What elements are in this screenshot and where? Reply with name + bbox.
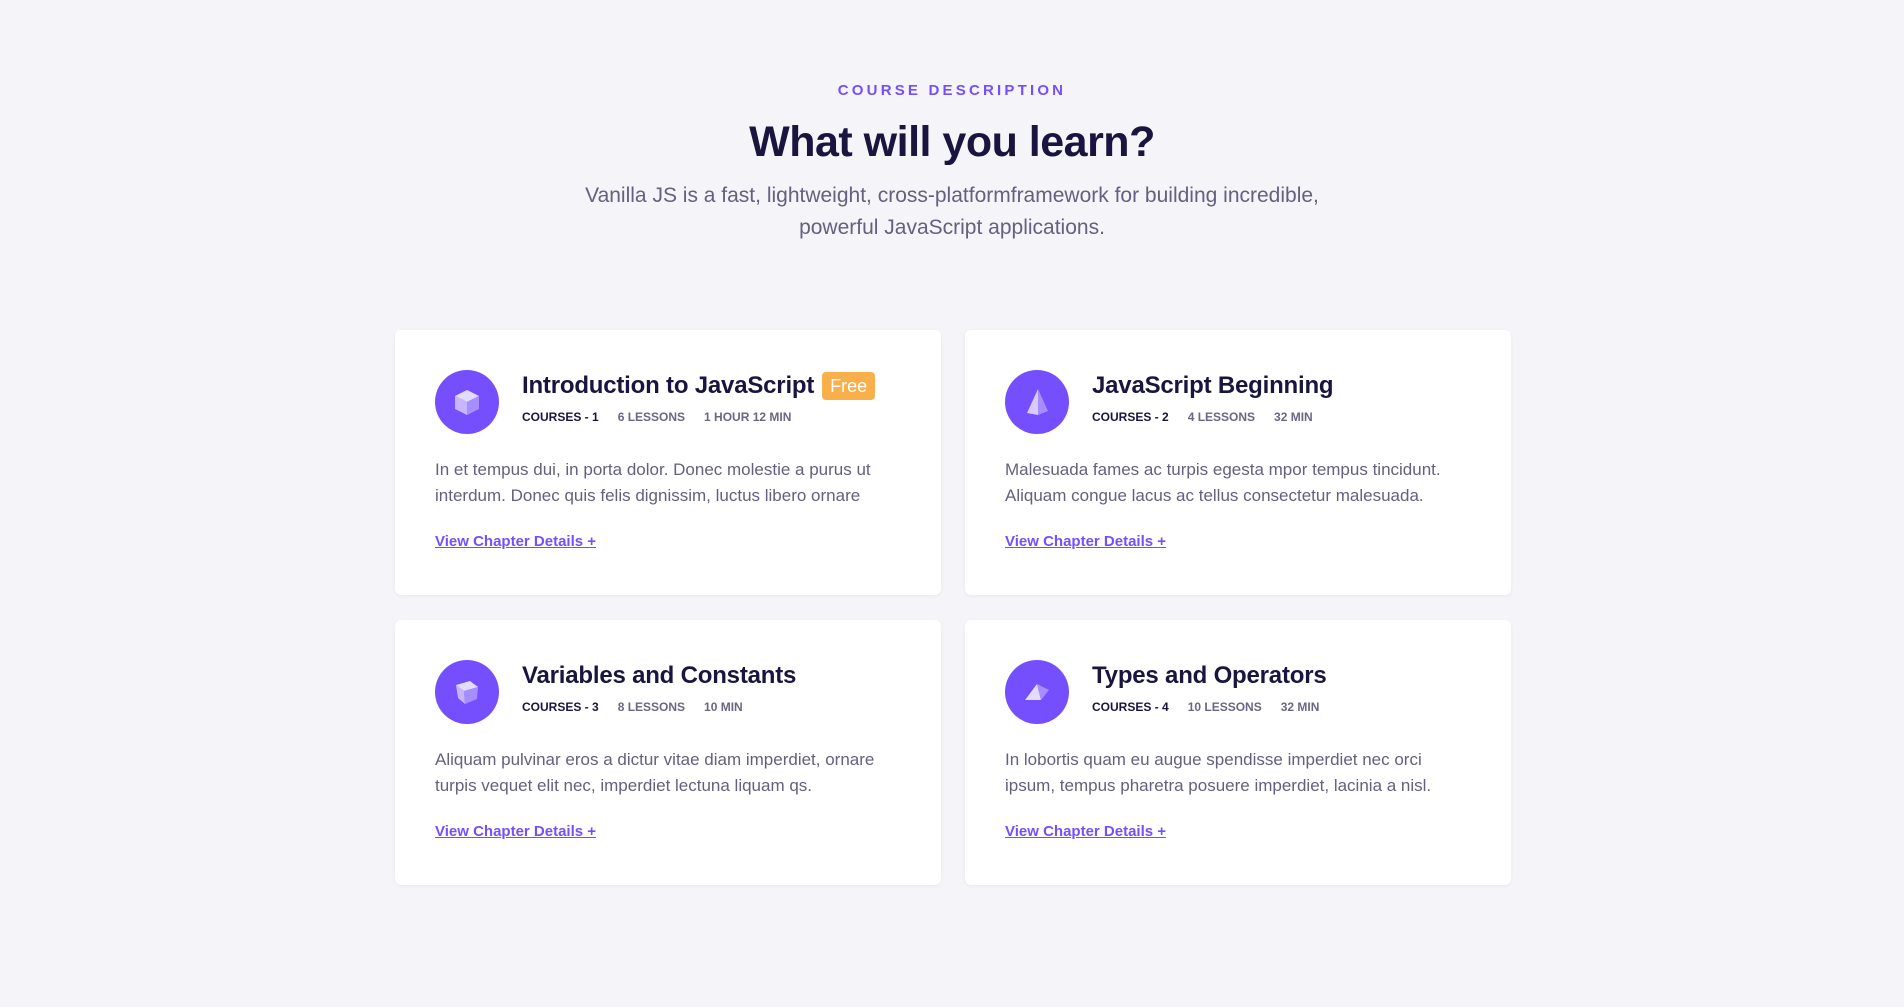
section-title: What will you learn? xyxy=(749,118,1155,166)
card-description: In lobortis quam eu augue spendisse impe… xyxy=(1005,750,1432,795)
lesson-count: 4 LESSONS xyxy=(1187,410,1256,424)
lesson-count: 6 LESSONS xyxy=(617,410,686,424)
course-duration: 1 HOUR 12 MIN xyxy=(704,410,792,424)
course-number: COURSES - 4 xyxy=(1092,700,1169,714)
card-title-row: JavaScript Beginning xyxy=(1092,372,1334,400)
cube-icon xyxy=(435,370,499,434)
card-title: Introduction to JavaScript xyxy=(522,372,815,399)
view-chapter-details-link[interactable]: View Chapter Details + xyxy=(1005,533,1166,550)
course-card: Types and Operators COURSES - 4 10 LESSO… xyxy=(965,620,1511,885)
card-title: Types and Operators xyxy=(1092,662,1327,689)
free-badge: Free xyxy=(822,372,876,400)
pyramid-icon xyxy=(1005,370,1069,434)
card-meta: COURSES - 1 6 LESSONS 1 HOUR 12 MIN xyxy=(522,410,810,424)
card-meta: COURSES - 4 10 LESSONS 32 MIN xyxy=(1092,700,1338,714)
course-number: COURSES - 3 xyxy=(522,700,599,714)
tilted-cube-icon xyxy=(435,660,499,724)
lesson-count: 10 LESSONS xyxy=(1187,700,1262,714)
card-title-row: Variables and Constants xyxy=(522,662,796,690)
card-description: Aliquam pulvinar eros a dictur vitae dia… xyxy=(435,750,875,795)
card-title: Variables and Constants xyxy=(522,662,797,689)
section-subtitle: Vanilla JS is a fast, lightweight, cross… xyxy=(585,184,1319,239)
card-meta: COURSES - 3 8 LESSONS 10 MIN xyxy=(522,700,762,714)
view-chapter-details-link[interactable]: View Chapter Details + xyxy=(435,533,596,550)
course-description-section: COURSE DESCRIPTION What will you learn? … xyxy=(0,0,1904,1007)
view-chapter-details-link[interactable]: View Chapter Details + xyxy=(435,823,596,840)
prism-icon xyxy=(1005,660,1069,724)
card-description: Malesuada fames ac turpis egesta mpor te… xyxy=(1005,460,1441,505)
course-duration: 10 MIN xyxy=(704,700,743,714)
lesson-count: 8 LESSONS xyxy=(617,700,686,714)
course-duration: 32 MIN xyxy=(1274,410,1313,424)
course-card: Variables and Constants COURSES - 3 8 LE… xyxy=(395,620,941,885)
card-title: JavaScript Beginning xyxy=(1092,372,1334,399)
card-description: In et tempus dui, in porta dolor. Donec … xyxy=(435,460,871,505)
course-card-grid: Introduction to JavaScript Free COURSES … xyxy=(395,330,1511,885)
card-meta: COURSES - 2 4 LESSONS 32 MIN xyxy=(1092,410,1332,424)
course-card: Introduction to JavaScript Free COURSES … xyxy=(395,330,941,595)
card-title-row: Introduction to JavaScript Free xyxy=(522,372,876,400)
course-number: COURSES - 1 xyxy=(522,410,599,424)
section-eyebrow: COURSE DESCRIPTION xyxy=(837,82,1067,99)
view-chapter-details-link[interactable]: View Chapter Details + xyxy=(1005,823,1166,840)
course-duration: 32 MIN xyxy=(1280,700,1320,714)
course-card: JavaScript Beginning COURSES - 2 4 LESSO… xyxy=(965,330,1511,595)
course-number: COURSES - 2 xyxy=(1092,410,1169,424)
card-title-row: Types and Operators xyxy=(1092,662,1327,690)
